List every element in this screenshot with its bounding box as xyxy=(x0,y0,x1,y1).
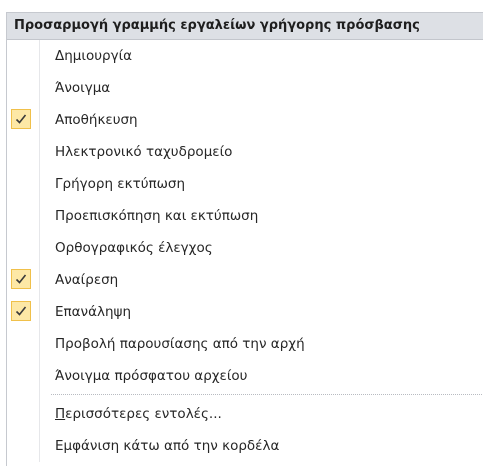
menu-item-label: Αποθήκευση xyxy=(55,112,138,128)
menu-item-quick-print[interactable]: Γρήγορη εκτύπωση xyxy=(7,168,483,200)
menu-item-label: Γρήγορη εκτύπωση xyxy=(55,176,186,192)
customize-quick-access-toolbar-menu: Προσαρμογή γραμμής εργαλείων γρήγορης πρ… xyxy=(6,12,483,466)
menu-item-label: Άνοιγμα xyxy=(55,80,111,96)
menu-item-redo[interactable]: Επανάληψη xyxy=(7,296,483,328)
menu-item-email[interactable]: Ηλεκτρονικό ταχυδρομείο xyxy=(7,136,483,168)
menu-item-label: Προβολή παρουσίασης από την αρχή xyxy=(55,336,305,352)
menu-item-label: Ορθογραφικός έλεγχος xyxy=(55,240,213,256)
checkmark-icon xyxy=(11,301,31,321)
menu-item-label-rest: ερισσότερες εντολές... xyxy=(65,406,222,422)
checkmark-icon xyxy=(11,109,31,129)
menu-item-label: Περισσότερες εντολές... xyxy=(55,398,222,430)
menu-item-label: Εμφάνιση κάτω από την κορδέλα xyxy=(55,438,280,454)
menu-header: Προσαρμογή γραμμής εργαλείων γρήγορης πρ… xyxy=(7,13,483,40)
menu-item-undo[interactable]: Αναίρεση xyxy=(7,264,483,296)
menu-item-label: Άνοιγμα πρόσφατου αρχείου xyxy=(55,368,248,384)
menu-item-label: Ηλεκτρονικό ταχυδρομείο xyxy=(55,144,233,160)
menu-item-show-below-ribbon[interactable]: Εμφάνιση κάτω από την κορδέλα xyxy=(7,430,483,462)
menu-item-spelling[interactable]: Ορθογραφικός έλεγχος xyxy=(7,232,483,264)
menu-item-start-slideshow[interactable]: Προβολή παρουσίασης από την αρχή xyxy=(7,328,483,360)
menu-item-list: Δημιουργία Άνοιγμα Αποθήκευση Ηλεκτρονικ… xyxy=(7,40,483,462)
menu-item-label: Δημιουργία xyxy=(55,48,133,64)
menu-item-more-commands[interactable]: Περισσότερες εντολές... xyxy=(7,398,483,430)
menu-item-label: Αναίρεση xyxy=(55,272,119,288)
menu-item-open[interactable]: Άνοιγμα xyxy=(7,72,483,104)
menu-item-save[interactable]: Αποθήκευση xyxy=(7,104,483,136)
menu-item-print-preview[interactable]: Προεπισκόπηση και εκτύπωση xyxy=(7,200,483,232)
menu-separator xyxy=(51,394,483,396)
menu-item-open-recent-file[interactable]: Άνοιγμα πρόσφατου αρχείου xyxy=(7,360,483,392)
menu-item-new[interactable]: Δημιουργία xyxy=(7,40,483,72)
checkmark-icon xyxy=(11,269,31,289)
mnemonic-letter: Π xyxy=(55,406,66,422)
menu-item-label: Προεπισκόπηση και εκτύπωση xyxy=(55,208,259,224)
menu-item-label: Επανάληψη xyxy=(55,304,132,320)
